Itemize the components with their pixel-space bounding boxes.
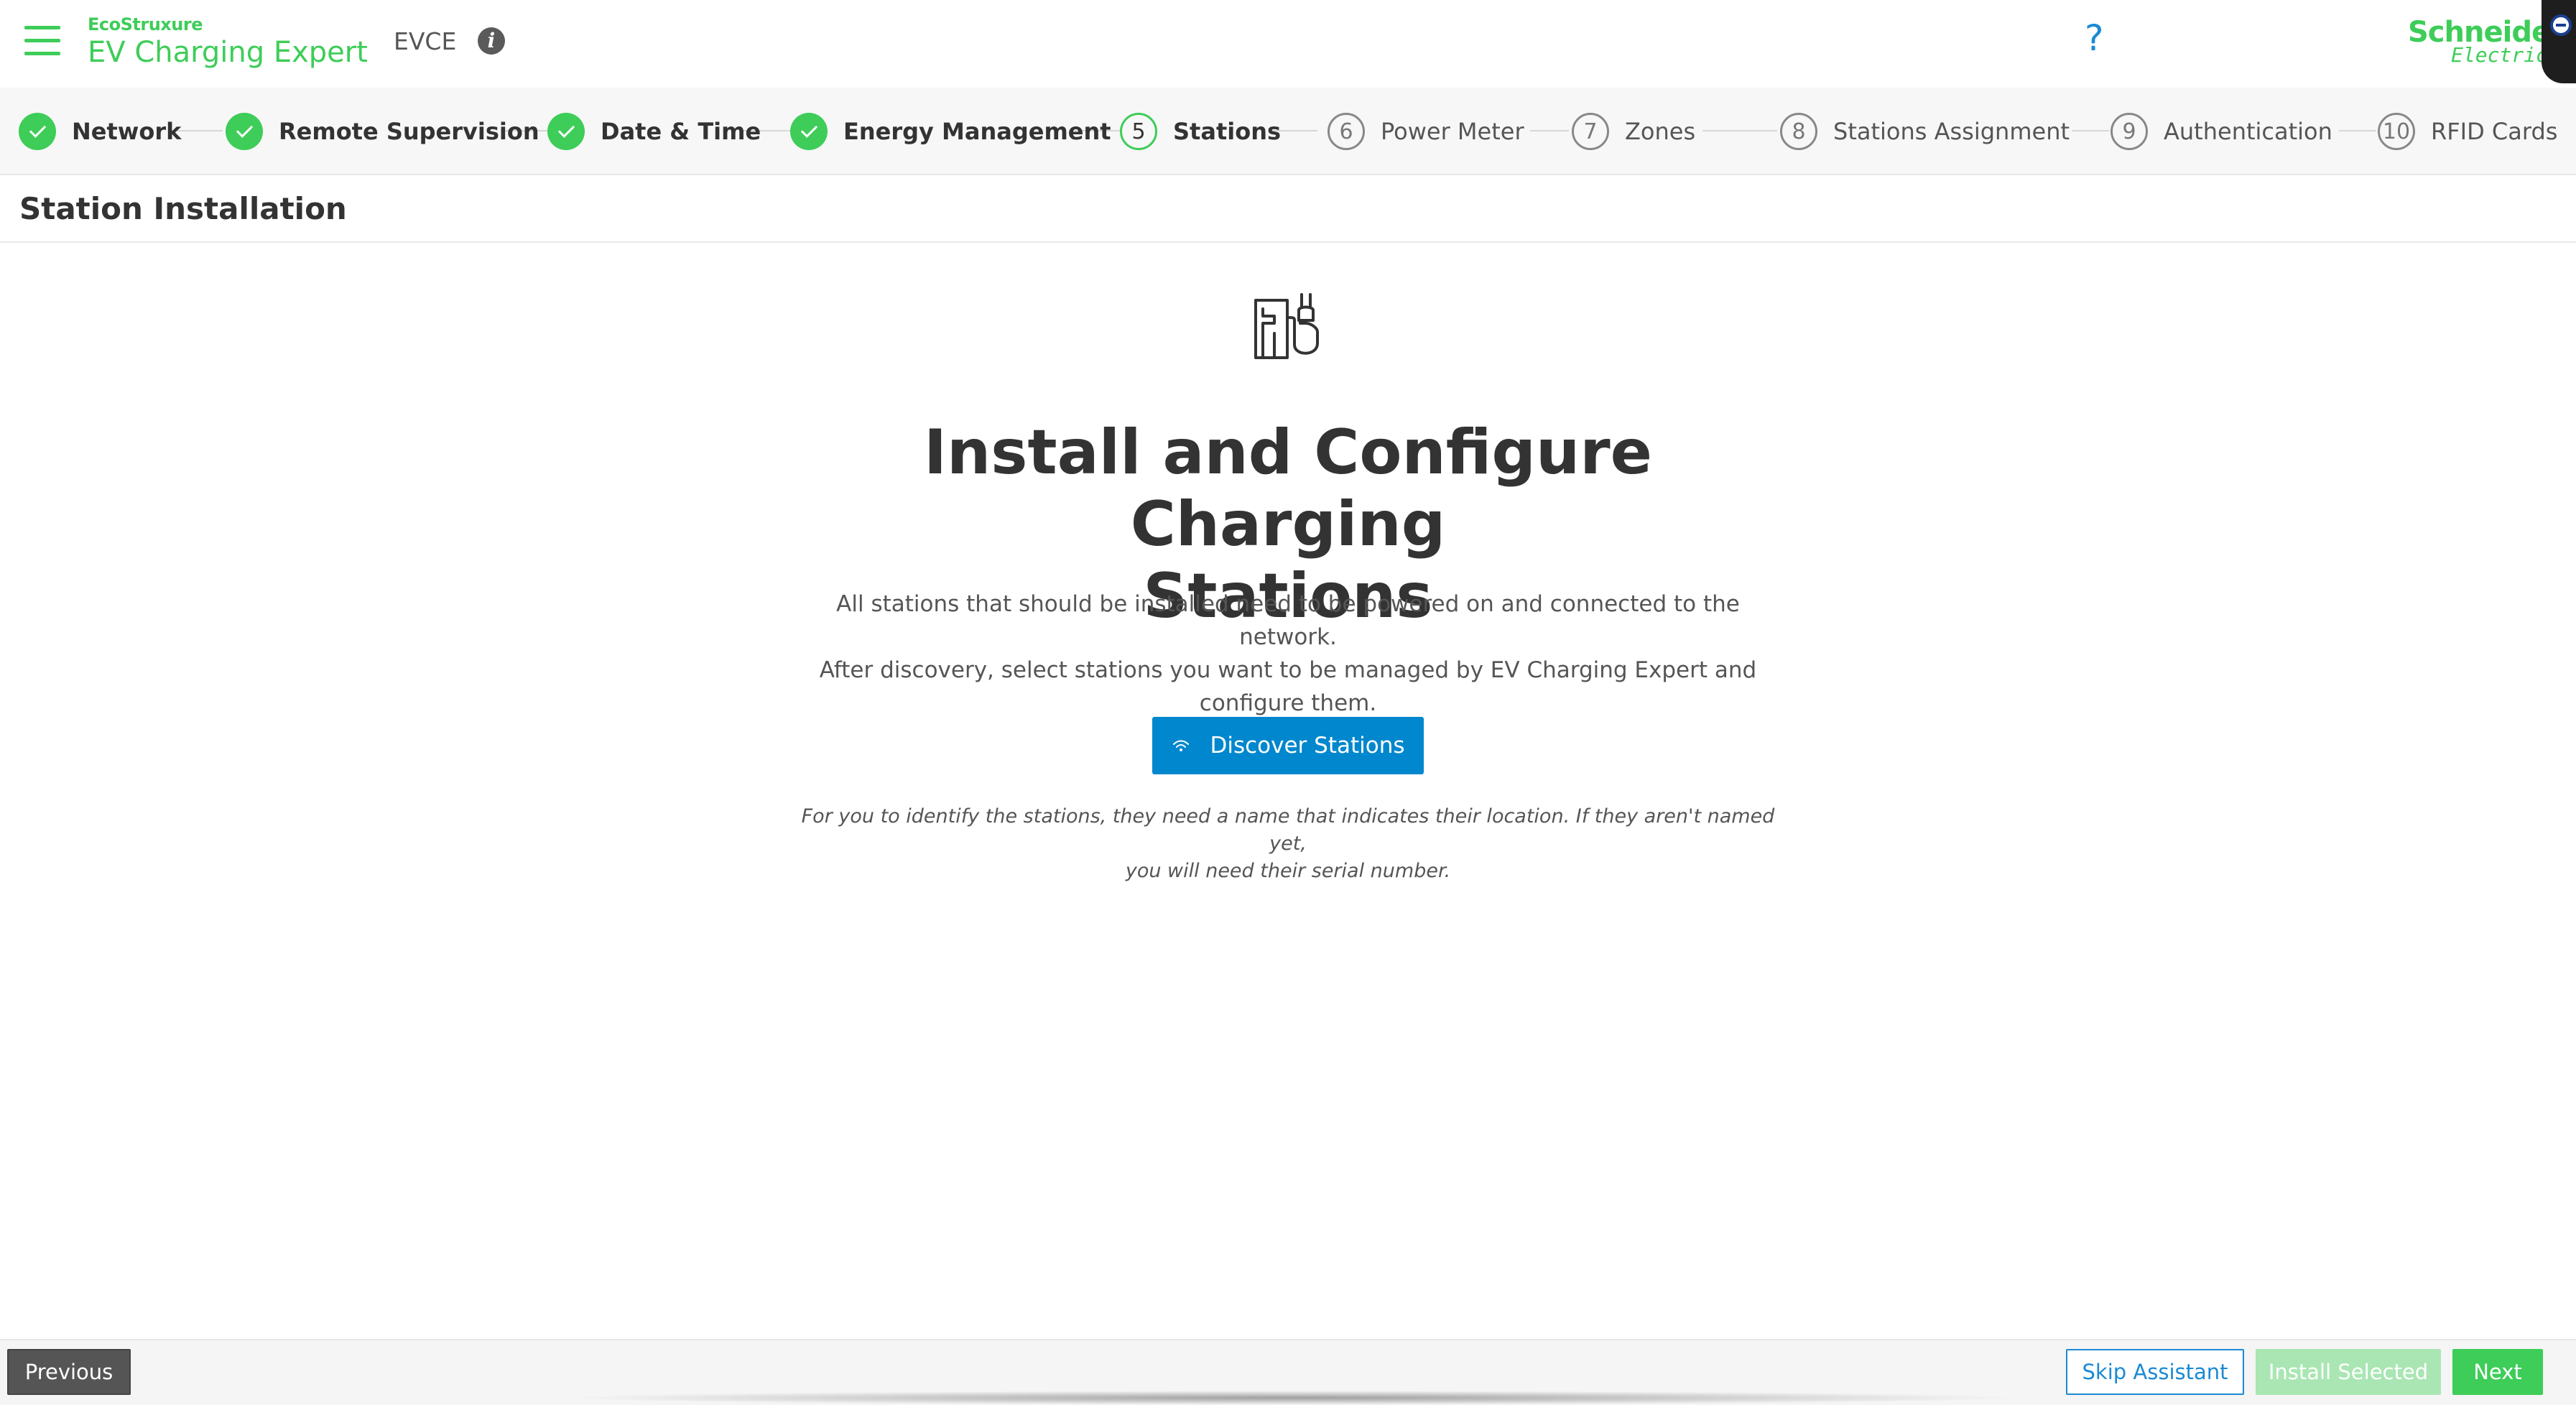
checkmark-icon (19, 113, 56, 150)
step-authentication[interactable]: 9 Authentication (2111, 111, 2332, 152)
app-header: EcoStruxure EV Charging Expert EVCE i ? … (0, 0, 2576, 88)
step-power-meter[interactable]: 6 Power Meter (1328, 111, 1524, 152)
skip-assistant-button[interactable]: Skip Assistant (2066, 1349, 2244, 1395)
step-separator (1702, 130, 1777, 131)
main-heading-line: Install and Configure Charging (924, 417, 1652, 560)
discover-stations-label: Discover Stations (1210, 733, 1405, 759)
footer-shadow (560, 1391, 2026, 1405)
minus-icon (2550, 14, 2572, 36)
hint-line: For you to identify the stations, they n… (801, 805, 1775, 855)
page-title: Station Installation (19, 191, 347, 226)
hamburger-menu-icon[interactable] (24, 26, 60, 56)
step-label: Network (72, 118, 182, 145)
next-button[interactable]: Next (2452, 1349, 2543, 1395)
step-label: Stations (1173, 118, 1282, 145)
logo-subtext: Electric (2451, 43, 2548, 67)
step-stations-assignment[interactable]: 8 Stations Assignment (1780, 111, 2070, 152)
step-separator (1530, 130, 1569, 131)
hint-line: you will need their serial number. (1125, 860, 1451, 882)
checkmark-icon (547, 113, 585, 150)
page-title-bar: Station Installation (0, 175, 2576, 243)
step-label: Power Meter (1381, 118, 1524, 145)
checkmark-icon (790, 113, 828, 150)
step-network[interactable]: Network (19, 111, 181, 152)
checkmark-icon (226, 113, 263, 150)
step-number: 5 (1120, 113, 1157, 150)
step-label: Zones (1625, 118, 1696, 145)
step-stations[interactable]: 5 Stations (1120, 111, 1281, 152)
site-name: EVCE (394, 27, 457, 55)
description: All stations that should be installed ne… (785, 588, 1791, 720)
install-selected-button[interactable]: Install Selected (2256, 1349, 2441, 1395)
setup-stepper: Network Remote Supervision Date & Time E… (0, 88, 2576, 175)
step-number: 7 (1572, 113, 1609, 150)
side-widget-tab[interactable] (2542, 0, 2576, 83)
step-date-time[interactable]: Date & Time (547, 111, 761, 152)
step-number: 8 (1780, 113, 1817, 150)
step-number: 6 (1328, 113, 1365, 150)
app-name: EV Charging Expert (88, 36, 368, 69)
step-label: Remote Supervision (279, 118, 539, 145)
hint-text: For you to identify the stations, they n… (785, 803, 1791, 885)
step-label: Authentication (2164, 118, 2332, 145)
question-mark-icon[interactable]: ? (2085, 17, 2104, 59)
description-line: After discovery, select stations you wan… (819, 657, 1757, 683)
description-line: configure them. (1199, 690, 1377, 716)
wifi-icon (1173, 740, 1190, 751)
step-number: 9 (2111, 113, 2148, 150)
brand-suite-name: EcoStruxure (88, 14, 203, 34)
step-zones[interactable]: 7 Zones (1572, 111, 1695, 152)
description-line: All stations that should be installed ne… (836, 591, 1740, 650)
step-separator (2339, 130, 2376, 131)
step-label: Energy Management (843, 118, 1111, 145)
step-rfid-cards[interactable]: 10 RFID Cards (2378, 111, 2557, 152)
info-icon[interactable]: i (478, 27, 505, 55)
step-separator (2072, 130, 2109, 131)
step-label: Date & Time (601, 118, 761, 145)
previous-button[interactable]: Previous (7, 1349, 131, 1395)
discover-stations-button[interactable]: Discover Stations (1152, 717, 1424, 774)
step-number: 10 (2378, 113, 2415, 150)
step-label: RFID Cards (2431, 118, 2558, 145)
step-remote-supervision[interactable]: Remote Supervision (226, 111, 539, 152)
charging-station-icon (1254, 293, 1319, 359)
step-energy-management[interactable]: Energy Management (790, 111, 1111, 152)
step-label: Stations Assignment (1833, 118, 2070, 145)
